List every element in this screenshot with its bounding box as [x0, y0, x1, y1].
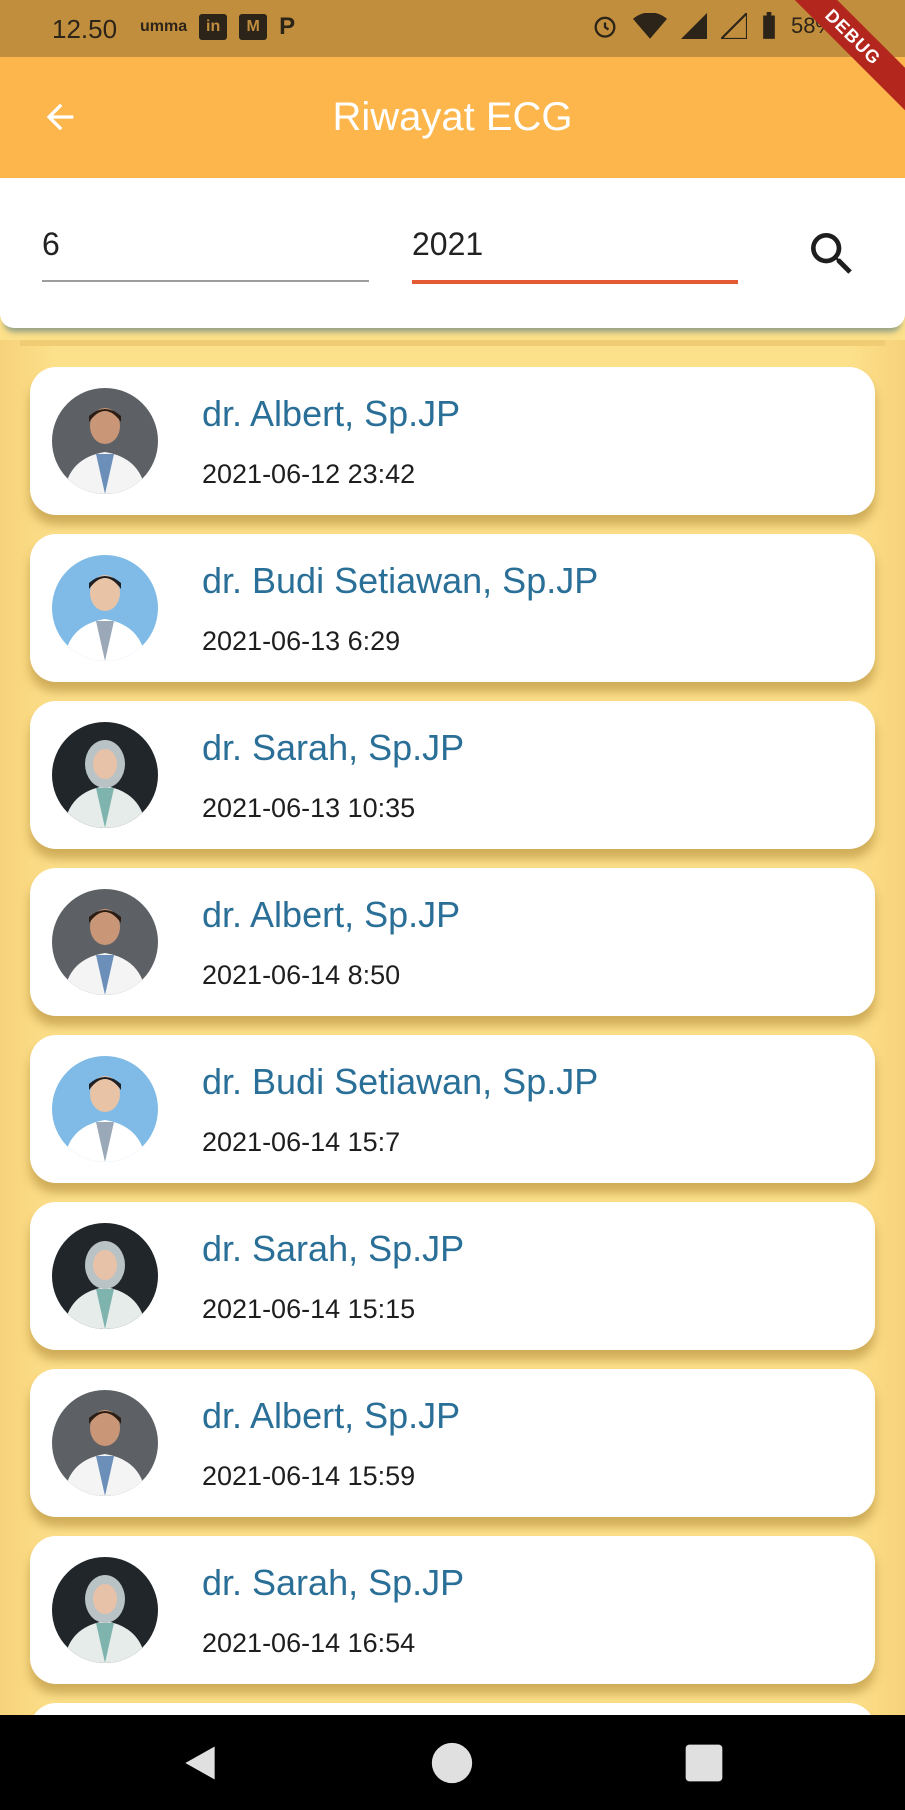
wifi-icon — [632, 13, 667, 39]
filter-card: 6 2021 — [0, 178, 905, 328]
p-app-icon: P — [279, 13, 296, 40]
record-datetime: 2021-06-14 16:54 — [202, 1628, 416, 1658]
doctor-name: dr. Albert, Sp.JP — [202, 1395, 461, 1436]
history-item[interactable]: dr. Sarah, Sp.JP 2021-06-14 16:54 — [30, 1536, 875, 1684]
ecg-history-list[interactable]: dr. Albert, Sp.JP 2021-06-12 23:42 dr. Bu… — [0, 340, 905, 1715]
status-time: 12.50 — [52, 14, 118, 44]
record-datetime: 2021-06-12 23:42 — [202, 459, 416, 489]
doctor-name: dr. Budi Setiawan, Sp.JP — [202, 560, 599, 601]
record-datetime: 2021-06-13 6:29 — [202, 626, 401, 656]
doctor-avatar — [52, 1056, 158, 1162]
umma-app-icon: umma — [140, 18, 188, 35]
signal-empty-icon — [720, 13, 747, 39]
notification-icons: umma in M P — [140, 14, 295, 40]
nav-home-icon[interactable] — [430, 1741, 474, 1785]
list-top-edge — [20, 340, 885, 346]
system-nav-bar — [0, 1715, 905, 1810]
record-datetime: 2021-06-14 8:50 — [202, 960, 401, 990]
month-value: 6 — [42, 226, 60, 262]
year-value: 2021 — [412, 226, 484, 262]
search-icon — [811, 233, 852, 274]
system-icons: 58% — [591, 12, 835, 40]
month-input[interactable]: 6 — [42, 226, 369, 282]
search-button[interactable] — [804, 226, 860, 282]
doctor-avatar — [52, 555, 158, 661]
gmail-icon: M — [239, 14, 268, 40]
doctor-avatar — [52, 388, 158, 494]
doctor-name: dr. Sarah, Sp.JP — [202, 1562, 465, 1603]
doctor-name: dr. Sarah, Sp.JP — [202, 1228, 465, 1269]
record-datetime: 2021-06-14 15:59 — [202, 1461, 416, 1491]
record-datetime: 2021-06-13 10:35 — [202, 793, 416, 823]
record-datetime: 2021-06-14 15:15 — [202, 1294, 416, 1324]
signal-icon — [680, 13, 707, 39]
doctor-avatar — [52, 889, 158, 995]
doctor-avatar — [52, 1390, 158, 1496]
doctor-name: dr. Albert, Sp.JP — [202, 393, 461, 434]
history-item[interactable]: dr. Albert, Sp.JP 2021-06-14 15:59 — [30, 1369, 875, 1517]
year-input[interactable]: 2021 — [412, 226, 738, 284]
doctor-name: dr. Sarah, Sp.JP — [202, 727, 465, 768]
history-item[interactable]: dr. Sarah, Sp.JP 2021-06-14 15:15 — [30, 1202, 875, 1350]
nav-recents-icon[interactable] — [682, 1741, 726, 1785]
history-item[interactable]: dr. Sarah, Sp.JP 2021-06-13 10:35 — [30, 701, 875, 849]
nav-back-icon[interactable] — [178, 1741, 222, 1785]
record-datetime: 2021-06-14 15:7 — [202, 1127, 401, 1157]
app-bar: Riwayat ECG — [0, 57, 905, 178]
history-item[interactable]: dr. Budi Setiawan, Sp.JP 2021-06-14 15:7 — [30, 1035, 875, 1183]
doctor-name: dr. Albert, Sp.JP — [202, 894, 461, 935]
linkedin-icon: in — [199, 14, 228, 40]
battery-icon — [763, 12, 775, 39]
history-item-partial[interactable] — [30, 1703, 875, 1715]
doctor-avatar — [52, 1223, 158, 1329]
doctor-avatar — [52, 722, 158, 828]
alarm-icon — [594, 16, 616, 38]
history-item[interactable]: dr. Albert, Sp.JP 2021-06-12 23:42 — [30, 367, 875, 515]
doctor-name: dr. Budi Setiawan, Sp.JP — [202, 1061, 599, 1102]
history-item[interactable]: dr. Albert, Sp.JP 2021-06-14 8:50 — [30, 868, 875, 1016]
history-item[interactable]: dr. Budi Setiawan, Sp.JP 2021-06-13 6:29 — [30, 534, 875, 682]
doctor-avatar — [52, 1557, 158, 1663]
status-bar: 12.50 umma in M P 58% — [0, 0, 905, 57]
page-title: Riwayat ECG — [332, 95, 573, 139]
